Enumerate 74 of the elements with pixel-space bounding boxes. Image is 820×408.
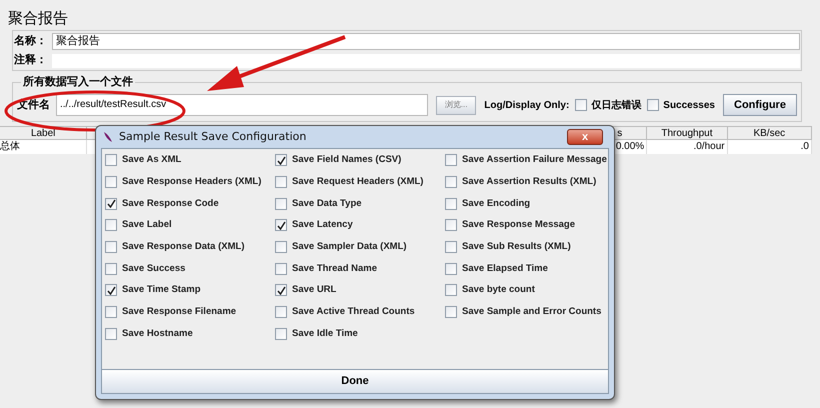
checkbox-label: Save Idle Time — [292, 326, 358, 341]
checkbox[interactable] — [105, 284, 117, 296]
checkbox-label: Save Assertion Results (XML) — [462, 174, 596, 189]
checkbox[interactable] — [445, 154, 457, 166]
checkbox[interactable] — [105, 328, 117, 340]
checkbox[interactable] — [105, 154, 117, 166]
table-cell: .0/hour — [647, 140, 728, 154]
checkbox-label: Save As XML — [122, 153, 182, 168]
checkbox-label: Save URL — [292, 283, 336, 298]
checkbox[interactable] — [105, 219, 117, 232]
checkbox-label: Save Active Thread Counts — [292, 305, 415, 320]
panel-title: 聚合报告 — [8, 8, 69, 29]
checkbox-label: Save Response Headers (XML) — [122, 174, 262, 189]
checkbox-label: Save Assertion Failure Message — [462, 153, 607, 168]
checkbox[interactable] — [575, 99, 588, 111]
checkbox-label: Save Sampler Data (XML) — [292, 240, 407, 254]
checkbox[interactable] — [275, 198, 287, 210]
checkbox-label: Save Latency — [292, 218, 353, 232]
checkbox-label: Save Time Stamp — [122, 283, 201, 298]
checkbox-label: Save Response Filename — [122, 305, 236, 320]
checkbox[interactable] — [275, 284, 287, 296]
checkbox-label: Save Sub Results (XML) — [462, 240, 571, 254]
checkbox-label: 仅日志错误 — [591, 98, 642, 112]
checkbox[interactable] — [105, 241, 117, 254]
name-field[interactable]: 聚合报告 — [52, 32, 800, 50]
checkbox[interactable] — [275, 262, 287, 275]
comment-field[interactable] — [52, 54, 800, 68]
log-display-label: Log/Display Only: — [484, 98, 570, 112]
configure-button[interactable]: Configure — [723, 94, 797, 116]
feather-icon — [103, 131, 113, 143]
checkbox-label: Save Request Headers (XML) — [292, 174, 424, 189]
column-header[interactable]: KB/sec — [728, 127, 812, 139]
checkbox[interactable] — [445, 241, 457, 254]
checkbox[interactable] — [275, 328, 287, 340]
done-button[interactable]: Done — [102, 369, 608, 393]
checkbox-label: Save Data Type — [292, 196, 362, 211]
checkbox[interactable] — [445, 284, 457, 296]
comment-label: 注释： — [14, 52, 48, 68]
checkbox[interactable] — [105, 176, 117, 188]
table-cell: 总体 — [0, 140, 88, 154]
name-label: 名称： — [14, 34, 48, 49]
checkbox-label: Save byte count — [462, 283, 535, 298]
checkbox[interactable] — [275, 241, 287, 254]
checkbox[interactable] — [445, 219, 457, 232]
checkbox[interactable] — [275, 176, 287, 188]
checkbox[interactable] — [445, 262, 457, 275]
checkbox-label: Save Response Message — [462, 218, 576, 232]
browse-button[interactable]: 浏览... — [436, 96, 476, 114]
checkbox[interactable] — [445, 198, 457, 210]
checkbox-label: Save Sample and Error Counts — [462, 305, 602, 320]
checkbox-label: Save Hostname — [122, 326, 193, 341]
checkbox-label: Save Response Code — [122, 196, 219, 211]
checkbox-label: Save Thread Name — [292, 262, 378, 276]
checkbox-label: Save Elapsed Time — [462, 262, 548, 276]
checkbox[interactable] — [445, 176, 457, 188]
checkbox[interactable] — [647, 99, 660, 111]
checkbox[interactable] — [105, 306, 117, 318]
checkbox-label: Save Success — [122, 262, 186, 276]
table-cell: .0 — [728, 140, 812, 154]
checkbox[interactable] — [275, 154, 287, 166]
file-field[interactable]: ../../result/testResult.csv — [56, 94, 428, 116]
dialog-title: Sample Result Save Configuration — [119, 128, 306, 145]
checkbox[interactable] — [445, 306, 457, 318]
checkbox-label: Save Field Names (CSV) — [292, 153, 402, 168]
checkbox-label: Successes — [663, 98, 715, 112]
checkbox-label: Save Response Data (XML) — [122, 240, 244, 254]
column-header[interactable]: Throughput — [647, 127, 728, 139]
checkbox[interactable] — [275, 219, 287, 232]
checkbox-label: Save Label — [122, 218, 172, 232]
checkbox[interactable] — [105, 262, 117, 275]
checkbox[interactable] — [105, 198, 117, 210]
column-header[interactable]: Label — [0, 127, 88, 139]
checkbox-label: Save Encoding — [462, 196, 530, 211]
checkbox[interactable] — [275, 306, 287, 318]
